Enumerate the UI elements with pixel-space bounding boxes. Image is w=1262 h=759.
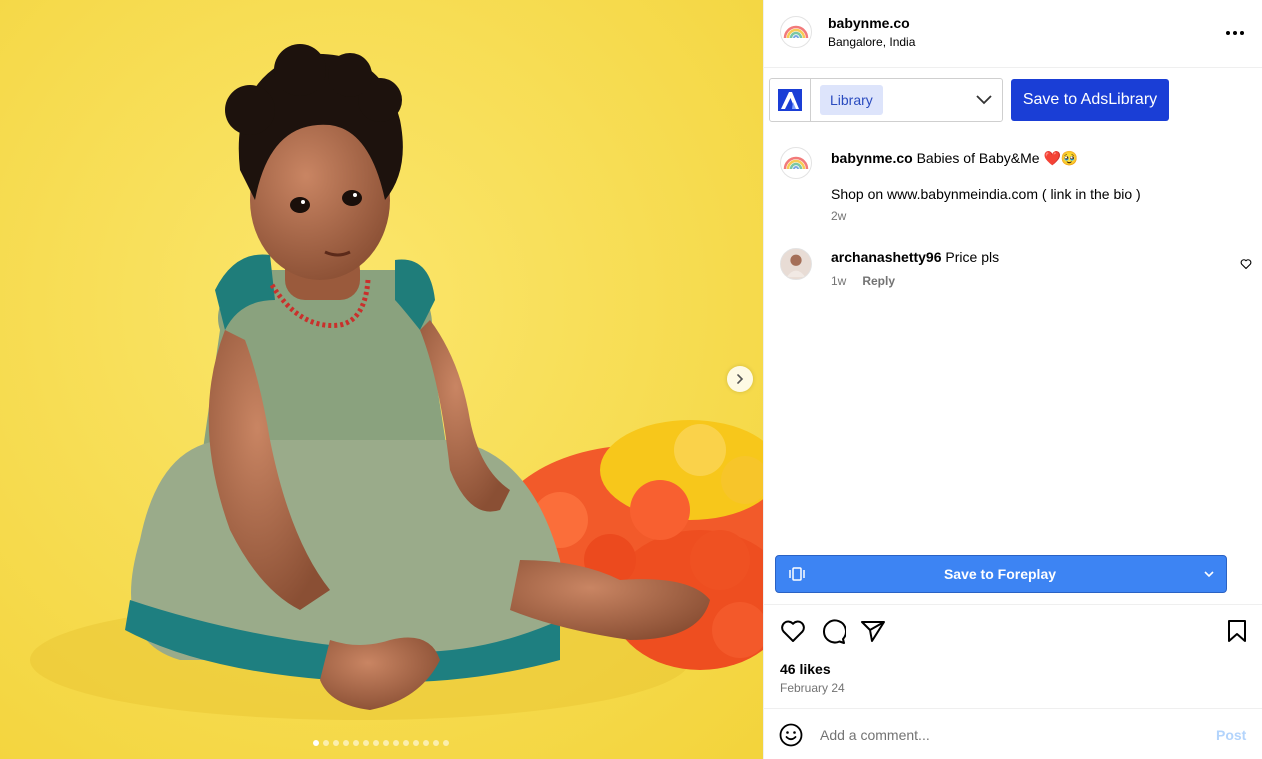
- carousel-dot: [383, 740, 389, 746]
- comment-meta: 1w Reply: [831, 272, 1231, 290]
- more-dot: [1240, 31, 1244, 35]
- reply-button[interactable]: Reply: [862, 272, 895, 290]
- comment-body: archanashetty96 Price pls 1w Reply: [831, 248, 1231, 290]
- foreplay-label: Save to Foreplay: [943, 566, 1057, 582]
- carousel-dot: [433, 740, 439, 746]
- comment-input[interactable]: [820, 723, 1200, 747]
- instagram-post-view: babynme.co Bangalore, India Library Save…: [0, 0, 1262, 759]
- save-to-adslibrary-button[interactable]: Save to AdsLibrary: [1011, 79, 1169, 121]
- baby-photo-illustration: [0, 0, 763, 759]
- like-comment-heart-icon[interactable]: [1240, 258, 1252, 270]
- bookmark-icon[interactable]: [1226, 619, 1248, 643]
- carousel-dot: [373, 740, 379, 746]
- chevron-right-icon: [737, 374, 744, 384]
- caption-time[interactable]: 2w: [831, 207, 846, 225]
- caption-text: Babies of Baby&Me ❤️🥹: [916, 150, 1079, 166]
- likes-count[interactable]: 46 likes: [780, 661, 831, 677]
- emoji-icon[interactable]: [779, 723, 803, 747]
- carousel-dot: [413, 740, 419, 746]
- carousel-dot: [423, 740, 429, 746]
- post-header: babynme.co Bangalore, India: [764, 0, 1262, 68]
- avatar[interactable]: [780, 147, 812, 179]
- more-dot: [1233, 31, 1237, 35]
- like-heart-icon[interactable]: [780, 619, 806, 643]
- adslibrary-toolbar: Library Save to AdsLibrary: [769, 78, 1169, 122]
- caption-body: babynme.co Babies of Baby&Me ❤️🥹 Shop on…: [831, 147, 1231, 225]
- rainbow-logo-icon: [783, 156, 809, 170]
- library-chip: Library: [820, 85, 883, 115]
- rainbow-logo-icon: [783, 25, 809, 39]
- add-comment-bar: Post: [764, 708, 1262, 759]
- carousel-dot: [363, 740, 369, 746]
- carousel-dot: [403, 740, 409, 746]
- carousel-dot: [323, 740, 329, 746]
- header-username[interactable]: babynme.co: [828, 15, 910, 31]
- caption-meta: 2w: [831, 207, 1231, 225]
- caption-username[interactable]: babynme.co: [831, 150, 913, 166]
- caption-line2: Shop on www.babynmeindia.com ( link in t…: [831, 186, 1141, 202]
- carousel-dot: [343, 740, 349, 746]
- post-side-panel: babynme.co Bangalore, India Library Save…: [763, 0, 1262, 759]
- user-photo-icon: [781, 249, 811, 279]
- carousel-dot: [393, 740, 399, 746]
- carousel-dot: [333, 740, 339, 746]
- post-comment-button[interactable]: Post: [1216, 727, 1246, 743]
- comment-text: Price pls: [945, 249, 1000, 265]
- avatar[interactable]: [780, 248, 812, 280]
- carousel-indicator: [313, 740, 449, 746]
- carousel-dot: [313, 740, 319, 746]
- save-to-foreplay-button[interactable]: Save to Foreplay: [775, 555, 1227, 593]
- post-image[interactable]: [0, 0, 763, 759]
- carousel-dot: [353, 740, 359, 746]
- comment-bubble-icon[interactable]: [820, 619, 846, 645]
- comment-time[interactable]: 1w: [831, 272, 846, 290]
- adslibrary-logo-icon: [770, 79, 811, 121]
- chevron-down-icon: [976, 95, 992, 105]
- more-options-button[interactable]: [1224, 23, 1246, 43]
- more-horizontal-icon: [1226, 31, 1230, 35]
- chevron-down-icon[interactable]: [1204, 570, 1214, 578]
- carousel-dot: [443, 740, 449, 746]
- avatar[interactable]: [780, 16, 812, 48]
- carousel-next-button[interactable]: [727, 366, 753, 392]
- share-send-icon[interactable]: [860, 619, 886, 643]
- post-actions: 46 likes February 24: [764, 604, 1262, 708]
- header-location[interactable]: Bangalore, India: [828, 35, 915, 49]
- post-date[interactable]: February 24: [780, 681, 845, 695]
- library-select[interactable]: Library: [769, 78, 1003, 122]
- comment-username[interactable]: archanashetty96: [831, 249, 942, 265]
